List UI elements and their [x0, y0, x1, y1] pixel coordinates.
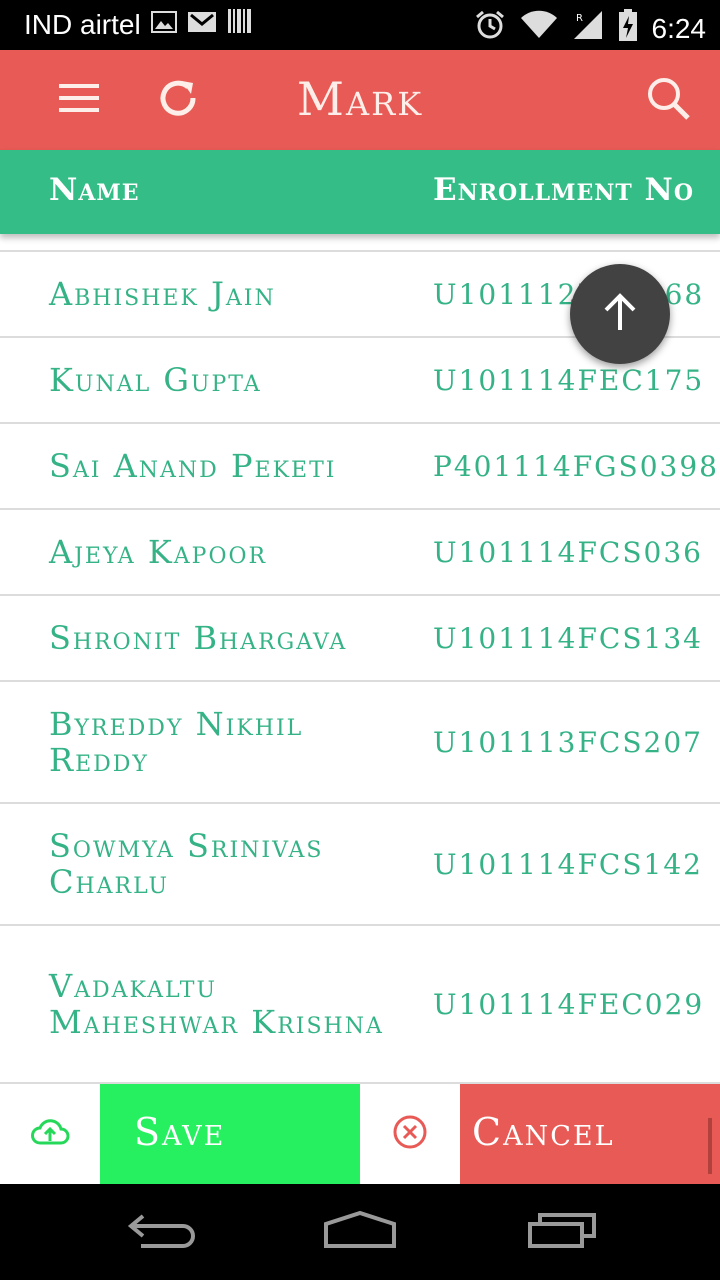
student-name: Kunal Gupta: [49, 361, 262, 399]
student-name: Sai Anand Peketi: [49, 447, 337, 485]
student-list[interactable]: Abhishek Jain U101112FEC068 Kunal Gupta …: [0, 250, 720, 1084]
recents-icon: [526, 1210, 598, 1254]
student-name: Sowmya Srinivas Charlu: [49, 827, 324, 901]
search-icon: [645, 75, 691, 125]
list-item[interactable]: Shronit Bhargava U101114FCS134: [0, 596, 720, 682]
student-enrollment: U101114FEC175: [433, 363, 705, 397]
student-enrollment: U101114FEC029: [433, 987, 705, 1021]
image-icon: [150, 9, 177, 41]
clock-time: 6:24: [651, 12, 707, 44]
table-header: Name Enrollment No: [0, 150, 720, 234]
status-bar: IND airtel R 6:24: [0, 0, 720, 50]
list-item[interactable]: Vadakaltu Maheshwar Krishna U101114FEC02…: [0, 926, 720, 1084]
student-name: Ajeya Kapoor: [49, 533, 268, 571]
header-enrollment: Enrollment No: [433, 172, 695, 208]
carrier-label: IND airtel: [24, 8, 141, 40]
signal-icon: R: [572, 9, 604, 48]
list-item[interactable]: Sowmya Srinivas Charlu U101114FCS142: [0, 804, 720, 926]
student-enrollment: U101114FCS036: [433, 535, 703, 569]
svg-text:R: R: [576, 13, 583, 24]
cancel-icon-button[interactable]: [360, 1084, 460, 1184]
back-icon: [125, 1210, 195, 1254]
arrow-up-icon: [603, 292, 637, 336]
student-name: Abhishek Jain: [49, 275, 276, 313]
save-button[interactable]: Save: [100, 1084, 360, 1184]
list-item[interactable]: Ajeya Kapoor U101114FCS036: [0, 510, 720, 596]
student-name: Byreddy Nikhil Reddy: [49, 705, 304, 779]
search-button[interactable]: [640, 72, 696, 128]
header-name: Name: [49, 172, 140, 208]
back-button[interactable]: [100, 1202, 220, 1262]
wifi-icon: [520, 10, 558, 47]
cancel-label: Cancel: [472, 1110, 615, 1154]
cancel-circle-icon: [392, 1114, 428, 1154]
barcode-icon: [227, 8, 253, 41]
student-enrollment: U101113FCS207: [433, 725, 703, 759]
alarm-icon: [474, 9, 506, 48]
student-name: Shronit Bhargava: [49, 619, 348, 657]
page-title: Mark: [296, 72, 424, 126]
scroll-edge: [708, 1118, 712, 1174]
action-bar: Save Cancel: [0, 1084, 720, 1184]
list-item[interactable]: Sai Anand Peketi P401114FGS0398: [0, 424, 720, 510]
gmail-icon: [187, 9, 217, 41]
student-name: Vadakaltu Maheshwar Krishna: [49, 967, 384, 1041]
cloud-upload-icon: [30, 1117, 70, 1151]
home-button[interactable]: [300, 1202, 420, 1262]
student-enrollment: U101114FCS134: [433, 621, 703, 655]
navigation-bar: [0, 1184, 720, 1280]
cancel-button[interactable]: Cancel: [460, 1084, 720, 1184]
scroll-top-button[interactable]: [570, 264, 670, 364]
battery-icon: [618, 8, 638, 49]
save-icon-button[interactable]: [0, 1084, 100, 1184]
app-bar: Mark: [0, 50, 720, 150]
student-enrollment: P401114FGS0398: [433, 449, 719, 483]
recents-button[interactable]: [502, 1202, 622, 1262]
list-item[interactable]: Byreddy Nikhil Reddy U101113FCS207: [0, 682, 720, 804]
home-icon: [322, 1210, 398, 1254]
student-enrollment: U101114FCS142: [433, 847, 703, 881]
